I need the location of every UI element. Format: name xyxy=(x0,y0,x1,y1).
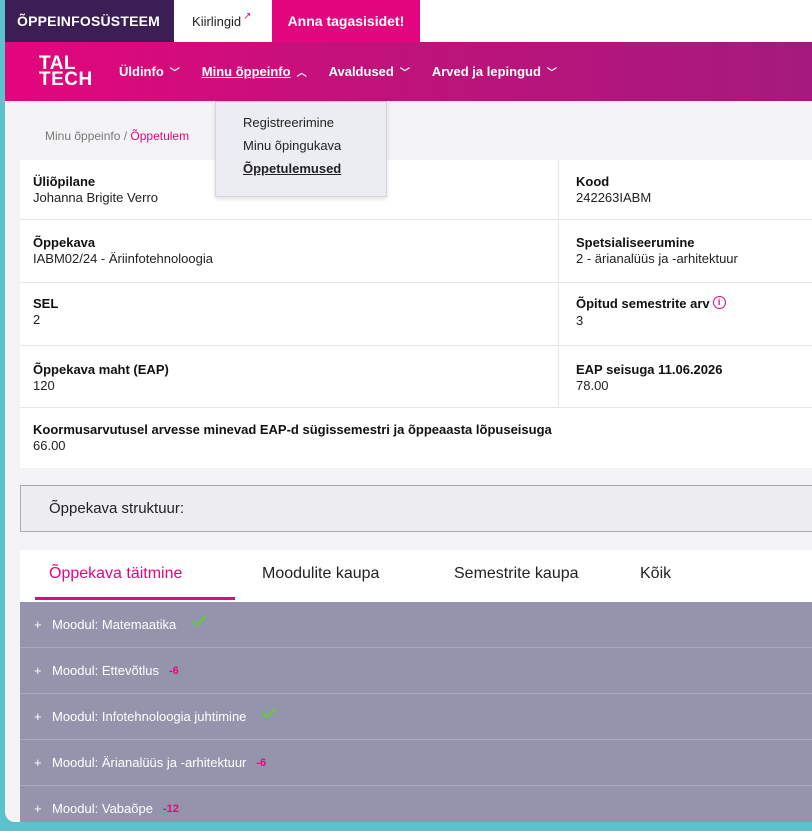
dropdown-item-opingukava[interactable]: Minu õpingukava xyxy=(216,138,386,153)
nav-item-avaldused[interactable]: Avaldused ﹀ xyxy=(329,64,410,79)
student-info: Üliõpilane Johanna Brigite Verro Kood 24… xyxy=(20,160,812,468)
breadcrumb-parent[interactable]: Minu õppeinfo xyxy=(45,129,120,143)
code-label: Kood xyxy=(576,174,610,189)
module-row[interactable]: + Moodul: Ärianalüüs ja -arhitektuur -6 xyxy=(20,740,812,786)
minu-oppeinfo-dropdown: Registreerimine Minu õpingukava Õppetule… xyxy=(215,101,387,197)
main-nav: TAL TECH Üldinfo ﹀ Minu õppeinfo ︿ Avald… xyxy=(5,42,812,101)
app-frame: ÕPPEINFOSÜSTEEM Kiirlingid ↗ Anna tagasis… xyxy=(5,0,812,822)
taltech-logo[interactable]: TAL TECH xyxy=(39,54,97,89)
module-row[interactable]: + Moodul: Infotehnoloogia juhtimine xyxy=(20,694,812,740)
curriculum-value: IABM02/24 - Äriinfotehnoloogia xyxy=(33,251,213,266)
module-row[interactable]: + Moodul: Matemaatika xyxy=(20,602,812,648)
tab-oppekava-taitmine[interactable]: Õppekava täitmine xyxy=(49,565,182,583)
semesters-value: 3 xyxy=(576,313,584,328)
expand-icon[interactable]: + xyxy=(34,617,52,632)
curriculum-label: Õppekava xyxy=(33,235,96,250)
feedback-button[interactable]: Anna tagasisidet! xyxy=(271,0,421,42)
nav-item-label: Arved ja lepingud xyxy=(431,64,541,79)
dropdown-item-registreerimine[interactable]: Registreerimine xyxy=(216,115,386,130)
checkmark-icon xyxy=(261,706,278,719)
volume-label: Õppekava maht (EAP) xyxy=(33,362,169,377)
structure-label: Õppekava struktuur: xyxy=(49,500,185,517)
module-name: Moodul: Ärianalüüs ja -arhitektuur xyxy=(52,755,247,770)
top-bar: ÕPPEINFOSÜSTEEM Kiirlingid ↗ Anna tagasis… xyxy=(5,0,812,42)
eap-value: 78.00 xyxy=(576,378,609,393)
chevron-down-icon: ﹀ xyxy=(546,68,557,79)
checkmark-icon xyxy=(191,614,208,627)
tab-bar: Õppekava täitmine Moodulite kaupa Semest… xyxy=(20,550,812,603)
volume-value: 120 xyxy=(33,378,55,393)
expand-icon[interactable]: + xyxy=(34,709,52,724)
quicklinks-link[interactable]: Kiirlingid ↗ xyxy=(174,0,272,42)
breadcrumb: Minu õppeinfo / Õppetulem xyxy=(45,129,190,143)
structure-header: Õppekava struktuur: xyxy=(20,485,812,532)
load-label: Koormusarvutusel arvesse minevad EAP-d s… xyxy=(33,422,552,437)
expand-icon[interactable]: + xyxy=(34,755,52,770)
specialization-label: Spetsialiseerumine xyxy=(576,235,695,250)
nav-item-uldinfo[interactable]: Üldinfo ﹀ xyxy=(119,64,180,79)
nav-item-label: Minu õppeinfo xyxy=(201,64,291,79)
nav-item-minu-oppeinfo[interactable]: Minu õppeinfo ︿ xyxy=(202,64,307,79)
eap-label: EAP seisuga 11.06.2026 xyxy=(576,362,723,377)
chevron-down-icon: ﹀ xyxy=(169,68,180,79)
tab-moodulite-kaupa[interactable]: Moodulite kaupa xyxy=(262,565,379,583)
sel-value: 2 xyxy=(33,312,41,327)
tab-koik[interactable]: Kõik xyxy=(640,565,671,583)
external-link-icon: ↗ xyxy=(243,10,252,22)
chevron-up-icon: ︿ xyxy=(296,68,307,79)
sel-label: SEL xyxy=(33,296,59,311)
deficit-badge: -6 xyxy=(168,664,179,677)
expand-icon[interactable]: + xyxy=(34,801,52,816)
module-name: Moodul: Ettevõtlus xyxy=(52,663,159,678)
info-icon[interactable]: i xyxy=(712,296,726,309)
load-value: 66.00 xyxy=(33,438,66,453)
active-tab-indicator xyxy=(35,597,235,600)
nav-item-label: Avaldused xyxy=(328,64,394,79)
quicklinks-label: Kiirlingid xyxy=(192,13,242,29)
nav-item-arved[interactable]: Arved ja lepingud ﹀ xyxy=(432,64,557,79)
breadcrumb-current: Õppetulem xyxy=(130,129,190,143)
module-row[interactable]: + Moodul: Ettevõtlus -6 xyxy=(20,648,812,694)
deficit-badge: -12 xyxy=(162,802,179,815)
specialization-value: 2 - ärianalüüs ja -arhitektuur xyxy=(576,251,738,266)
dropdown-item-oppetulemused[interactable]: Õppetulemused xyxy=(216,161,386,176)
chevron-down-icon: ﹀ xyxy=(399,68,410,79)
deficit-badge: -6 xyxy=(256,756,267,769)
module-name: Moodul: Infotehnoloogia juhtimine xyxy=(52,709,247,724)
semesters-label: Õpitud semestrite arv xyxy=(576,296,710,311)
module-name: Moodul: Vabaõpe xyxy=(52,801,153,816)
expand-icon[interactable]: + xyxy=(34,663,52,678)
code-value: 242263IABM xyxy=(576,190,652,205)
nav-item-label: Üldinfo xyxy=(119,64,164,79)
tab-semestrite-kaupa[interactable]: Semestrite kaupa xyxy=(454,565,579,583)
module-list: + Moodul: Matemaatika + Moodul: Ettevõtl… xyxy=(20,602,812,822)
module-row[interactable]: + Moodul: Vabaõpe -12 xyxy=(20,786,812,822)
system-title[interactable]: ÕPPEINFOSÜSTEEM xyxy=(5,0,175,42)
module-name: Moodul: Matemaatika xyxy=(52,617,177,632)
